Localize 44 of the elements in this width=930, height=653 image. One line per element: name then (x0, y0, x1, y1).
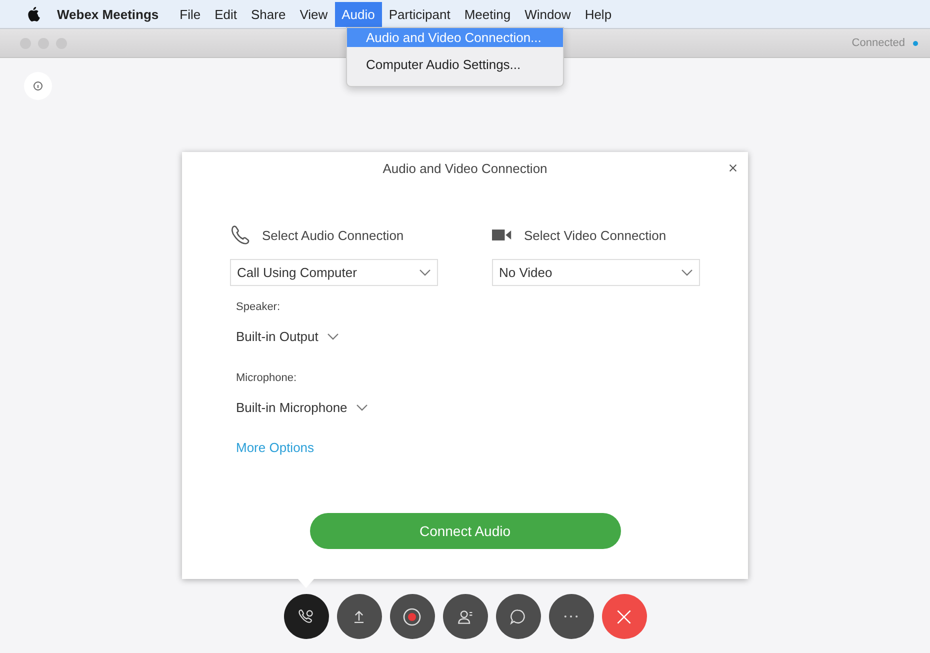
microphone-label: Microphone: (236, 372, 297, 384)
phone-icon (230, 225, 250, 245)
speaker-dropdown[interactable]: Built-in Output (236, 329, 340, 344)
menu-option[interactable]: Computer Audio Settings... (347, 55, 563, 74)
phone-icon (297, 608, 315, 626)
status-dot-icon (913, 40, 918, 46)
video-connection-heading: Select Video Connection (524, 228, 666, 242)
chat-button[interactable] (496, 594, 540, 639)
menu-item[interactable]: Share (244, 2, 293, 26)
video-connection-dropdown[interactable]: No Video (492, 259, 700, 286)
menu-item[interactable]: Participant (382, 2, 458, 26)
menu-item[interactable]: View (292, 2, 335, 26)
chat-bubble-icon (509, 608, 527, 626)
more-icon (563, 614, 579, 619)
menu-item[interactable]: Help (578, 2, 619, 26)
app-name-menu[interactable]: Webex Meetings (57, 6, 159, 22)
microphone-dropdown[interactable]: Built-in Microphone (236, 400, 368, 415)
chevron-down-icon (681, 269, 693, 276)
close-icon[interactable] (729, 164, 737, 172)
audio-connection-dropdown[interactable]: Call Using Computer (230, 259, 438, 286)
more-button[interactable] (548, 594, 594, 639)
leave-button[interactable] (602, 594, 646, 639)
person-icon (456, 608, 474, 626)
menu-item[interactable]: Edit (208, 2, 244, 26)
apple-icon[interactable] (28, 6, 41, 22)
menu-item[interactable]: Audio (334, 2, 382, 26)
record-icon (402, 606, 422, 626)
chevron-down-icon (327, 333, 340, 340)
speaker-label: Speaker: (236, 301, 280, 313)
chevron-down-icon (419, 269, 431, 276)
menu-item[interactable]: File (172, 2, 208, 26)
close-icon (615, 608, 633, 626)
menu-item[interactable]: Window (518, 2, 578, 26)
chevron-down-icon (356, 404, 368, 411)
info-icon (33, 81, 43, 91)
share-button[interactable] (336, 594, 382, 639)
info-button[interactable] (24, 72, 52, 100)
record-button[interactable] (390, 594, 434, 639)
audio-button[interactable] (284, 594, 328, 639)
menu-item[interactable]: Meeting (457, 2, 518, 26)
participants-button[interactable] (442, 594, 488, 639)
audio-connection-heading: Select Audio Connection (262, 228, 404, 242)
dialog-title: Audio and Video Connection (382, 161, 548, 176)
connection-status: Connected (852, 37, 905, 49)
